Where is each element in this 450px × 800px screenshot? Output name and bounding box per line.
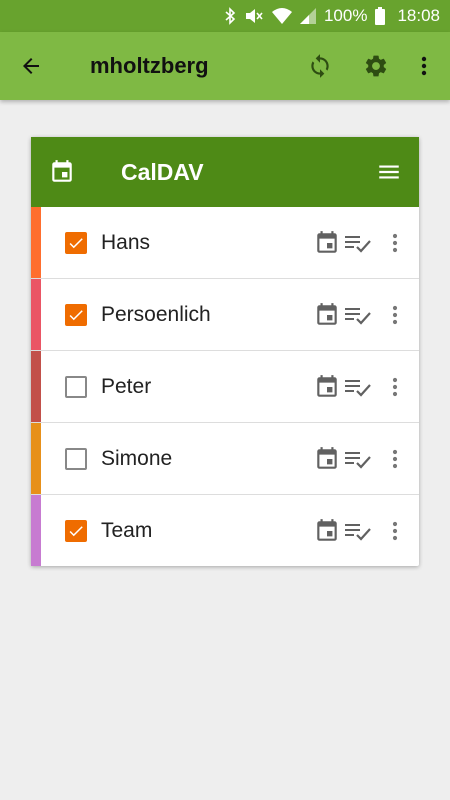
calendar-icon[interactable] [313, 302, 341, 328]
menu-icon[interactable] [359, 159, 419, 185]
mute-icon [244, 7, 264, 25]
calendar-row[interactable]: Simone [31, 422, 419, 494]
calendar-color-bar [31, 351, 41, 422]
calendar-icon[interactable] [313, 446, 341, 472]
more-vertical-icon[interactable] [373, 375, 417, 399]
calendar-row[interactable]: Hans [31, 207, 419, 278]
calendar-row[interactable]: Persoenlich [31, 278, 419, 350]
bluetooth-icon [224, 7, 236, 25]
calendar-icon[interactable] [313, 518, 341, 544]
signal-icon [299, 7, 316, 25]
calendar-list: Hans Persoenlich Peter Simone Team [31, 207, 419, 566]
more-vertical-icon[interactable] [373, 303, 417, 327]
account-title: mholtzberg [90, 53, 209, 78]
calendar-icon[interactable] [313, 374, 341, 400]
calendar-row[interactable]: Peter [31, 350, 419, 422]
calendar-name: Simone [101, 446, 173, 470]
more-vertical-icon[interactable] [373, 447, 417, 471]
clock: 18:08 [397, 6, 440, 25]
back-arrow-icon[interactable] [0, 32, 62, 100]
more-vertical-icon[interactable] [373, 231, 417, 255]
calendar-checkbox[interactable] [65, 447, 87, 470]
calendar-color-bar [31, 423, 41, 494]
calendar-name: Peter [101, 374, 152, 398]
calendar-checkbox[interactable] [65, 303, 87, 326]
tasks-icon[interactable] [343, 447, 373, 471]
tasks-icon[interactable] [343, 375, 373, 399]
more-vertical-icon[interactable] [373, 519, 417, 543]
calendar-icon[interactable] [313, 230, 341, 256]
calendar-checkbox[interactable] [65, 519, 87, 542]
status-bar: 100% 18:08 [0, 0, 450, 32]
wifi-icon [271, 7, 292, 25]
sync-icon[interactable] [292, 32, 348, 100]
calendar-color-bar [31, 495, 41, 566]
calendar-name: Team [101, 518, 153, 542]
caldav-card: CalDAV Hans Persoenlich Peter Simone Tea… [31, 137, 419, 566]
tasks-icon[interactable] [343, 303, 373, 327]
more-vertical-icon[interactable] [404, 32, 444, 100]
battery-icon [375, 7, 386, 25]
card-header: CalDAV [31, 137, 419, 207]
calendar-name: Persoenlich [101, 302, 211, 326]
tasks-icon[interactable] [343, 519, 373, 543]
calendar-name: Hans [101, 230, 151, 254]
calendar-icon [31, 159, 93, 185]
calendar-color-bar [31, 207, 41, 278]
calendar-checkbox[interactable] [65, 231, 87, 254]
calendar-checkbox[interactable] [65, 375, 87, 398]
card-title: CalDAV [121, 158, 204, 185]
app-bar: mholtzberg [0, 32, 450, 100]
battery-percentage: 100% [323, 6, 368, 25]
calendar-row[interactable]: Team [31, 494, 419, 566]
calendar-color-bar [31, 279, 41, 350]
gear-icon[interactable] [348, 32, 404, 100]
tasks-icon[interactable] [343, 231, 373, 255]
